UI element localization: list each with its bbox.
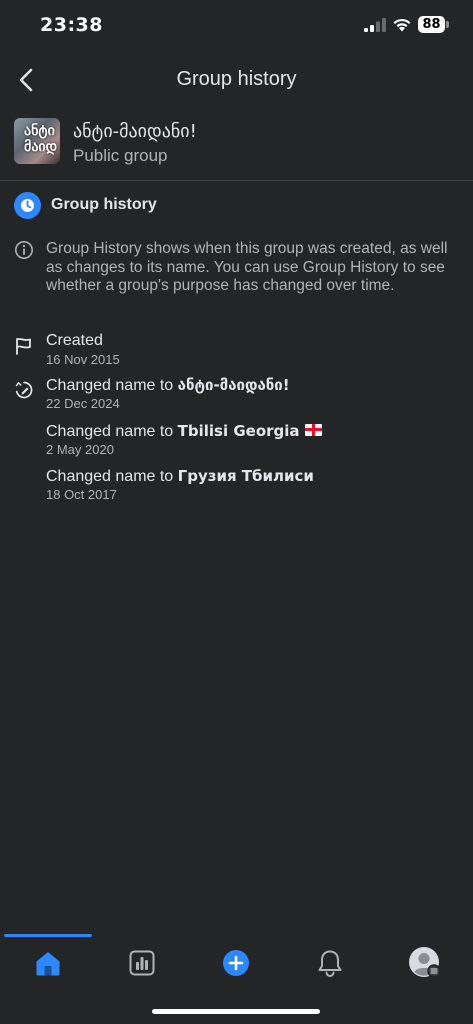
page-title: Group history [176,68,297,90]
entry-new-name: Tbilisi Georgia [177,422,300,440]
cellular-signal-icon [364,18,386,32]
dashboard-icon[interactable] [127,948,157,978]
entry-new-name: Грузия Тбилиси [177,467,314,485]
entry-date: 22 Dec 2024 [46,396,120,411]
wifi-icon [393,18,411,32]
create-icon[interactable] [221,948,251,978]
section-title: Group history [51,196,157,213]
profile-icon[interactable] [408,946,442,980]
entry-date: 2 May 2020 [46,442,114,457]
entry-date: 16 Nov 2015 [46,352,120,367]
description-text: Group History shows when this group was … [46,240,448,294]
group-cover-thumbnail: ანტი მაიდ [14,118,60,164]
edit-history-icon [15,381,33,399]
entry-date: 18 Oct 2017 [46,487,117,502]
entry-new-name: ანტი-მაიდანი! [177,376,290,394]
entry-title: Changed name to Грузия Тбилиси [46,467,314,485]
battery-tip [446,21,449,28]
georgia-flag-icon [304,423,322,436]
group-cover-text: ანტი მაიდ [24,122,58,154]
clock-icon [14,192,41,219]
entry-title: Changed name to ანტი-მაიდანი! [46,376,290,394]
group-info[interactable]: ანტი მაიდ ანტი-მაიდანი! Public group [14,118,459,166]
active-tab-indicator [4,934,92,937]
home-icon[interactable] [33,948,63,978]
home-indicator-bar[interactable] [152,1009,320,1014]
status-time: 23:38 [40,14,103,36]
group-name: ანტი-მაიდანი! [73,121,197,142]
status-bar: 23:38 88 [0,0,473,52]
group-history-header: Group history [14,192,459,220]
flag-icon [16,338,31,355]
bottom-tab-bar [0,934,473,998]
group-privacy-type: Public group [73,146,168,165]
navigation-header: Group history [0,56,473,106]
entry-title: Changed name to Tbilisi Georgia [46,422,322,441]
divider [0,180,473,181]
entry-title: Created [46,332,103,349]
info-icon [15,241,33,259]
notifications-icon[interactable] [315,948,345,978]
battery-level: 88 [418,16,445,33]
